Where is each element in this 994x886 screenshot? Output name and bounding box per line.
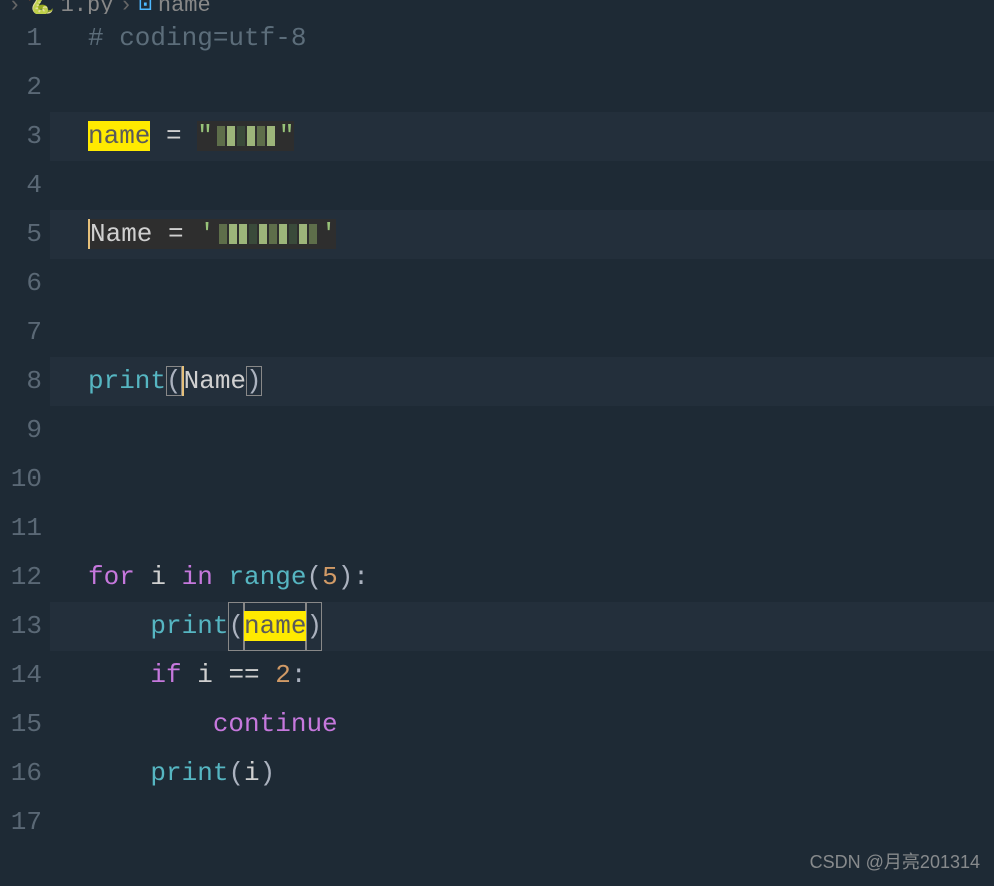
variable-icon: ⊡ [139, 0, 152, 14]
line-number: 4 [0, 161, 50, 210]
code-line[interactable]: continue [88, 700, 994, 749]
obscured-text [217, 126, 275, 146]
code-line[interactable]: Name = ' ' [50, 210, 994, 259]
breadcrumb-file[interactable]: 1.py [61, 0, 114, 14]
identifier: Name [90, 219, 152, 249]
colon: : [291, 660, 307, 690]
chevron-right-icon: › [8, 0, 21, 14]
code-line[interactable]: print(Name) [50, 357, 994, 406]
code-line[interactable] [88, 406, 994, 455]
search-highlight: name [244, 611, 306, 641]
identifier: i [244, 758, 260, 788]
paren-close: ) [338, 562, 354, 592]
paren-close: ) [246, 366, 262, 396]
paren-open: ( [306, 562, 322, 592]
builtin-function: print [150, 758, 228, 788]
keyword: in [182, 562, 213, 592]
paren-open: ( [166, 366, 182, 396]
paren-open: ( [228, 602, 244, 651]
line-number: 13 [0, 602, 50, 651]
chevron-right-icon: › [119, 0, 132, 14]
obscured-text [219, 224, 317, 244]
colon: : [353, 562, 369, 592]
identifier: Name [182, 366, 246, 396]
line-number: 11 [0, 504, 50, 553]
comment: # coding=utf-8 [88, 23, 306, 53]
code-line[interactable] [88, 308, 994, 357]
line-number: 1 [0, 14, 50, 63]
watermark: CSDN @月亮201314 [810, 848, 980, 874]
paren-open: ( [228, 758, 244, 788]
line-gutter: 1 2 3 4 5 6 7 8 9 10 11 12 13 14 15 16 1… [0, 14, 50, 876]
line-number: 9 [0, 406, 50, 455]
string-literal: " [279, 121, 295, 151]
code-content[interactable]: # coding=utf-8 name = " " Name = ' ' print… [50, 14, 994, 876]
breadcrumb: › 🐍 1.py › ⊡ name [0, 0, 994, 14]
code-line[interactable] [88, 504, 994, 553]
string-literal: ' [199, 219, 215, 249]
line-number: 5 [0, 210, 50, 259]
line-number: 2 [0, 63, 50, 112]
line-number: 14 [0, 651, 50, 700]
line-number: 3 [0, 112, 50, 161]
code-line[interactable] [88, 63, 994, 112]
search-highlight: name [88, 121, 150, 151]
line-number: 8 [0, 357, 50, 406]
code-line[interactable] [88, 259, 994, 308]
operator: == [228, 660, 259, 690]
identifier: i [182, 660, 229, 690]
code-line[interactable]: # coding=utf-8 [88, 14, 994, 63]
keyword: if [150, 660, 181, 690]
keyword: for [88, 562, 135, 592]
line-number: 6 [0, 259, 50, 308]
line-number: 16 [0, 749, 50, 798]
string-literal: ' [321, 219, 337, 249]
code-line[interactable]: if i == 2: [88, 651, 994, 700]
code-line[interactable] [88, 798, 994, 847]
number: 5 [322, 562, 338, 592]
identifier: i [135, 562, 182, 592]
line-number: 15 [0, 700, 50, 749]
line-number: 12 [0, 553, 50, 602]
line-number: 7 [0, 308, 50, 357]
line-number: 10 [0, 455, 50, 504]
code-line[interactable]: print(name) [50, 602, 994, 651]
code-line[interactable] [88, 455, 994, 504]
paren-close: ) [260, 758, 276, 788]
string-literal: " [197, 121, 213, 151]
operator: = [150, 121, 197, 151]
builtin-function: range [228, 562, 306, 592]
python-file-icon: 🐍 [27, 0, 54, 14]
operator: = [152, 219, 199, 249]
code-line[interactable] [88, 161, 994, 210]
line-number: 17 [0, 798, 50, 847]
code-line[interactable]: for i in range(5): [88, 553, 994, 602]
paren-close: ) [306, 602, 322, 651]
builtin-function: print [150, 611, 228, 641]
keyword: continue [213, 709, 338, 739]
code-line[interactable]: name = " " [50, 112, 994, 161]
builtin-function: print [88, 366, 166, 396]
breadcrumb-symbol[interactable]: name [158, 0, 211, 14]
code-line[interactable]: print(i) [88, 749, 994, 798]
number: 2 [275, 660, 291, 690]
editor[interactable]: 1 2 3 4 5 6 7 8 9 10 11 12 13 14 15 16 1… [0, 14, 994, 876]
